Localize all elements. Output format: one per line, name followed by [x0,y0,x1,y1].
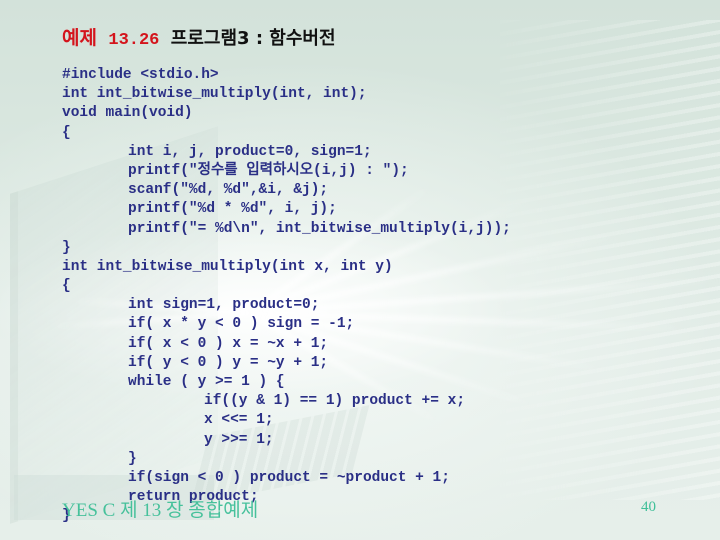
code-line: scanf("%d, %d",&i, &j); [128,182,329,199]
code-line: if((y & 1) == 1) product += x; [204,393,466,410]
code-line: } [128,450,137,467]
background-data-stream-graphic [500,20,720,500]
code-line: y >>= 1; [204,431,274,448]
title-text: 프로그램3 : 함수버전 [170,28,336,49]
slide-title: 예제 13.26 프로그램3 : 함수버전 [62,24,336,55]
code-line: x <<= 1; [204,412,274,429]
title-example-label: 예제 [62,27,97,49]
slide: 예제 13.26 프로그램3 : 함수버전 #include <stdio.h>… [0,0,720,540]
code-line: while ( y >= 1 ) { [128,374,285,390]
code-line: #include <stdio.h> [62,67,219,83]
code-line: int int_bitwise_multiply(int, int); [62,86,367,103]
code-line: if( x * y < 0 ) sign = -1; [128,316,355,333]
code-line: if( y < 0 ) y = ~y + 1; [128,354,329,371]
code-line: printf("%d * %d", i, j); [128,201,337,218]
code-line: printf("= %d\n", int_bitwise_multiply(i,… [128,220,511,237]
code-block: #include <stdio.h> int int_bitwise_multip… [62,66,511,527]
code-line: { [62,124,71,141]
code-line: void main(void) [62,105,193,122]
code-line: if(sign < 0 ) product = ~product + 1; [128,469,450,486]
code-line: if( x < 0 ) x = ~x + 1; [128,335,329,352]
page-number: 40 [641,499,656,515]
title-example-number: 13.26 [108,31,160,50]
code-line: printf("정수를 입력하시오(i,j) : "); [128,162,409,179]
footer-chapter-label: YES C 제 13 장 종합예제 [62,500,259,521]
code-line: { [62,278,71,295]
code-line: } [62,239,71,256]
code-line: int int_bitwise_multiply(int x, int y) [62,258,393,275]
code-line: int sign=1, product=0; [128,297,320,314]
code-line: int i, j, product=0, sign=1; [128,143,372,160]
